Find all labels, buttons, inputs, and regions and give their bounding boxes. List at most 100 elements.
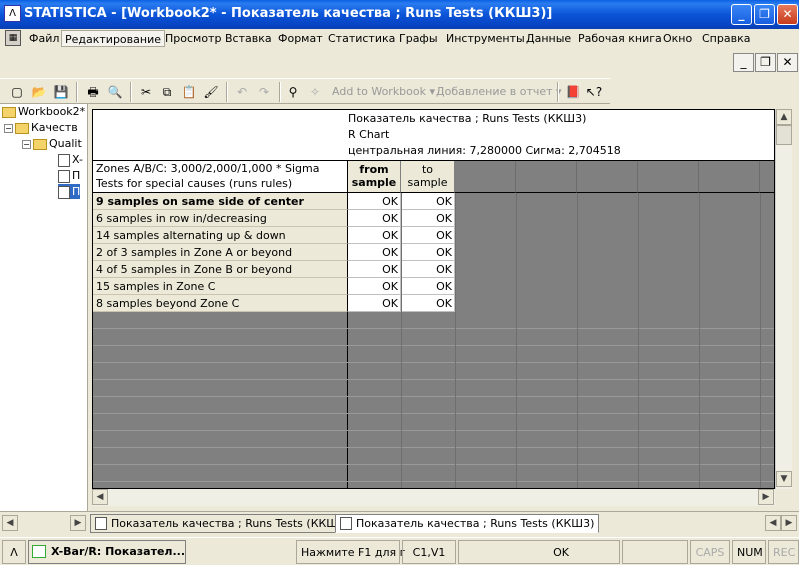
open-folder-icon[interactable]: 📂 [30,83,48,101]
cell-to[interactable]: OK [401,227,455,244]
column-header-to[interactable]: to sample [401,161,455,193]
collapse-icon[interactable]: − [22,139,31,149]
print-icon[interactable]: 🖶 [84,83,102,101]
menu-tools[interactable]: Инструменты [443,30,528,47]
collapse-icon[interactable]: − [4,123,13,133]
column-header-empty[interactable] [638,161,699,193]
spreadsheet[interactable]: Показатель качества ; Runs Tests (ККШ3) … [92,109,775,489]
cell-to[interactable]: OK [401,193,455,210]
column-header-empty[interactable] [455,161,516,193]
scroll-up-icon[interactable]: ▲ [776,109,792,125]
menu-file[interactable]: Файл [26,30,62,47]
row-header[interactable]: 6 samples in row in/decreasing [93,210,348,227]
scroll-left-icon[interactable]: ◀ [92,489,108,505]
tree-item-xbar-graph[interactable]: X- [58,152,83,167]
row-header[interactable]: 14 samples alternating up & down [93,227,348,244]
menu-help[interactable]: Справка [699,30,753,47]
cell-to[interactable]: OK [401,210,455,227]
cell-from[interactable]: OK [348,278,401,295]
redo-icon[interactable]: ↷ [255,83,273,101]
header-title: Показатель качества ; Runs Tests (ККШ3) [348,112,587,125]
vertical-scrollbar[interactable]: ▲ ▼ [775,109,792,489]
empty-grid-row [93,482,774,488]
child-restore-button[interactable]: ❐ [755,53,776,72]
context-help-icon[interactable]: ↖? [585,83,603,101]
status-num: NUM [732,540,766,564]
save-icon[interactable]: 💾 [52,83,70,101]
tree-item-spreadsheet-selected[interactable]: П [58,184,81,199]
column-header-from[interactable]: from sample [348,161,401,193]
tree-node-workbook[interactable]: Workbook2* [2,104,85,119]
horizontal-scrollbar[interactable]: ◀ ▶ [92,489,775,506]
paste-icon[interactable]: 📋 [180,83,198,101]
menu-workbook[interactable]: Рабочая книга [575,30,665,47]
child-close-button[interactable]: ✕ [777,53,798,72]
column-header-empty[interactable] [516,161,577,193]
analysis-icon[interactable]: ✧ [306,83,324,101]
row-header[interactable]: 8 samples beyond Zone C [93,295,348,312]
scroll-right-icon[interactable]: ▶ [758,489,774,505]
menu-edit[interactable]: Редактирование [61,30,165,47]
sheet-tab-bar: ◀ ▶ Показатель качества ; Runs Tests (КК… [0,511,799,533]
cell-to[interactable]: OK [401,278,455,295]
undo-icon[interactable]: ↶ [233,83,251,101]
cell-from[interactable]: OK [348,261,401,278]
cell-to[interactable]: OK [401,261,455,278]
tree-scroll-left-icon[interactable]: ◀ [2,515,18,531]
menu-insert[interactable]: Вставка [222,30,275,47]
restore-button[interactable]: ❐ [754,4,775,25]
cell-from[interactable]: OK [348,295,401,312]
find-binoculars-icon[interactable]: ⚲ [284,83,302,101]
help-book-icon[interactable]: 📕 [564,83,582,101]
row-header[interactable]: 4 of 5 samples in Zone B or beyond [93,261,348,278]
menu-graphs[interactable]: Графы [396,30,441,47]
tree-item-spreadsheet[interactable]: П [58,168,80,183]
scroll-down-icon[interactable]: ▼ [776,471,792,487]
status-hint: Нажмите F1 для г [296,540,405,564]
scroll-thumb[interactable] [776,125,792,145]
cell-from[interactable]: OK [348,244,401,261]
add-to-report-button[interactable]: Добавление в отчет ▾ [436,85,562,98]
column-header-empty[interactable] [699,161,760,193]
document-menu-icon[interactable]: ▦ [5,30,21,46]
cell-from[interactable]: OK [348,210,401,227]
column-header-empty[interactable] [760,161,774,193]
menu-view[interactable]: Просмотр [162,30,224,47]
add-to-workbook-button[interactable]: Add to Workbook ▾ [332,85,435,98]
minimize-button[interactable]: _ [731,4,752,25]
empty-grid-row [93,346,774,363]
copy-icon[interactable]: ⧉ [158,83,176,101]
print-preview-icon[interactable]: 🔍 [106,83,124,101]
row-header[interactable]: 15 samples in Zone C [93,278,348,295]
tree-scroll-right-icon[interactable]: ▶ [70,515,86,531]
row-header[interactable]: 9 samples on same side of center [93,193,348,210]
tab-scroll-right-icon[interactable]: ▶ [781,515,797,531]
menu-statistics[interactable]: Статистика [325,30,398,47]
row-header[interactable]: 2 of 3 samples in Zone A or beyond [93,244,348,261]
tree-node-qualit[interactable]: − Qualit [22,136,82,151]
child-minimize-button[interactable]: _ [733,53,754,72]
cell-from[interactable]: OK [348,227,401,244]
sheet-tab-active[interactable]: Показатель качества ; Runs Tests (ККШ3) [335,514,600,533]
format-painter-icon[interactable]: 🖌 [202,83,220,101]
new-icon[interactable]: ▢ [8,83,26,101]
task-button-xbar[interactable]: X-Bar/R: Показател... [28,540,186,564]
menu-data[interactable]: Данные [523,30,574,47]
cell-from[interactable]: OK [348,193,401,210]
cell-to[interactable]: OK [401,244,455,261]
cell-to[interactable]: OK [401,295,455,312]
statistica-app-icon[interactable]: Λ [4,5,21,22]
tab-scroll-left-icon[interactable]: ◀ [765,515,781,531]
grid-line [516,193,517,488]
sheet-tab[interactable]: Показатель качества ; Runs Tests (ККШ3) [90,514,355,533]
cut-icon[interactable]: ✂ [137,83,155,101]
empty-grid-row [93,414,774,431]
column-header-empty[interactable] [577,161,638,193]
close-button[interactable]: ✕ [777,4,798,25]
status-cell-value: OK [458,540,620,564]
empty-grid-row [93,380,774,397]
tree-node-quality[interactable]: − Качеств [4,120,78,135]
menu-format[interactable]: Формат [275,30,326,47]
menu-window[interactable]: Окно [660,30,695,47]
statistica-status-icon[interactable]: Λ [2,540,26,564]
